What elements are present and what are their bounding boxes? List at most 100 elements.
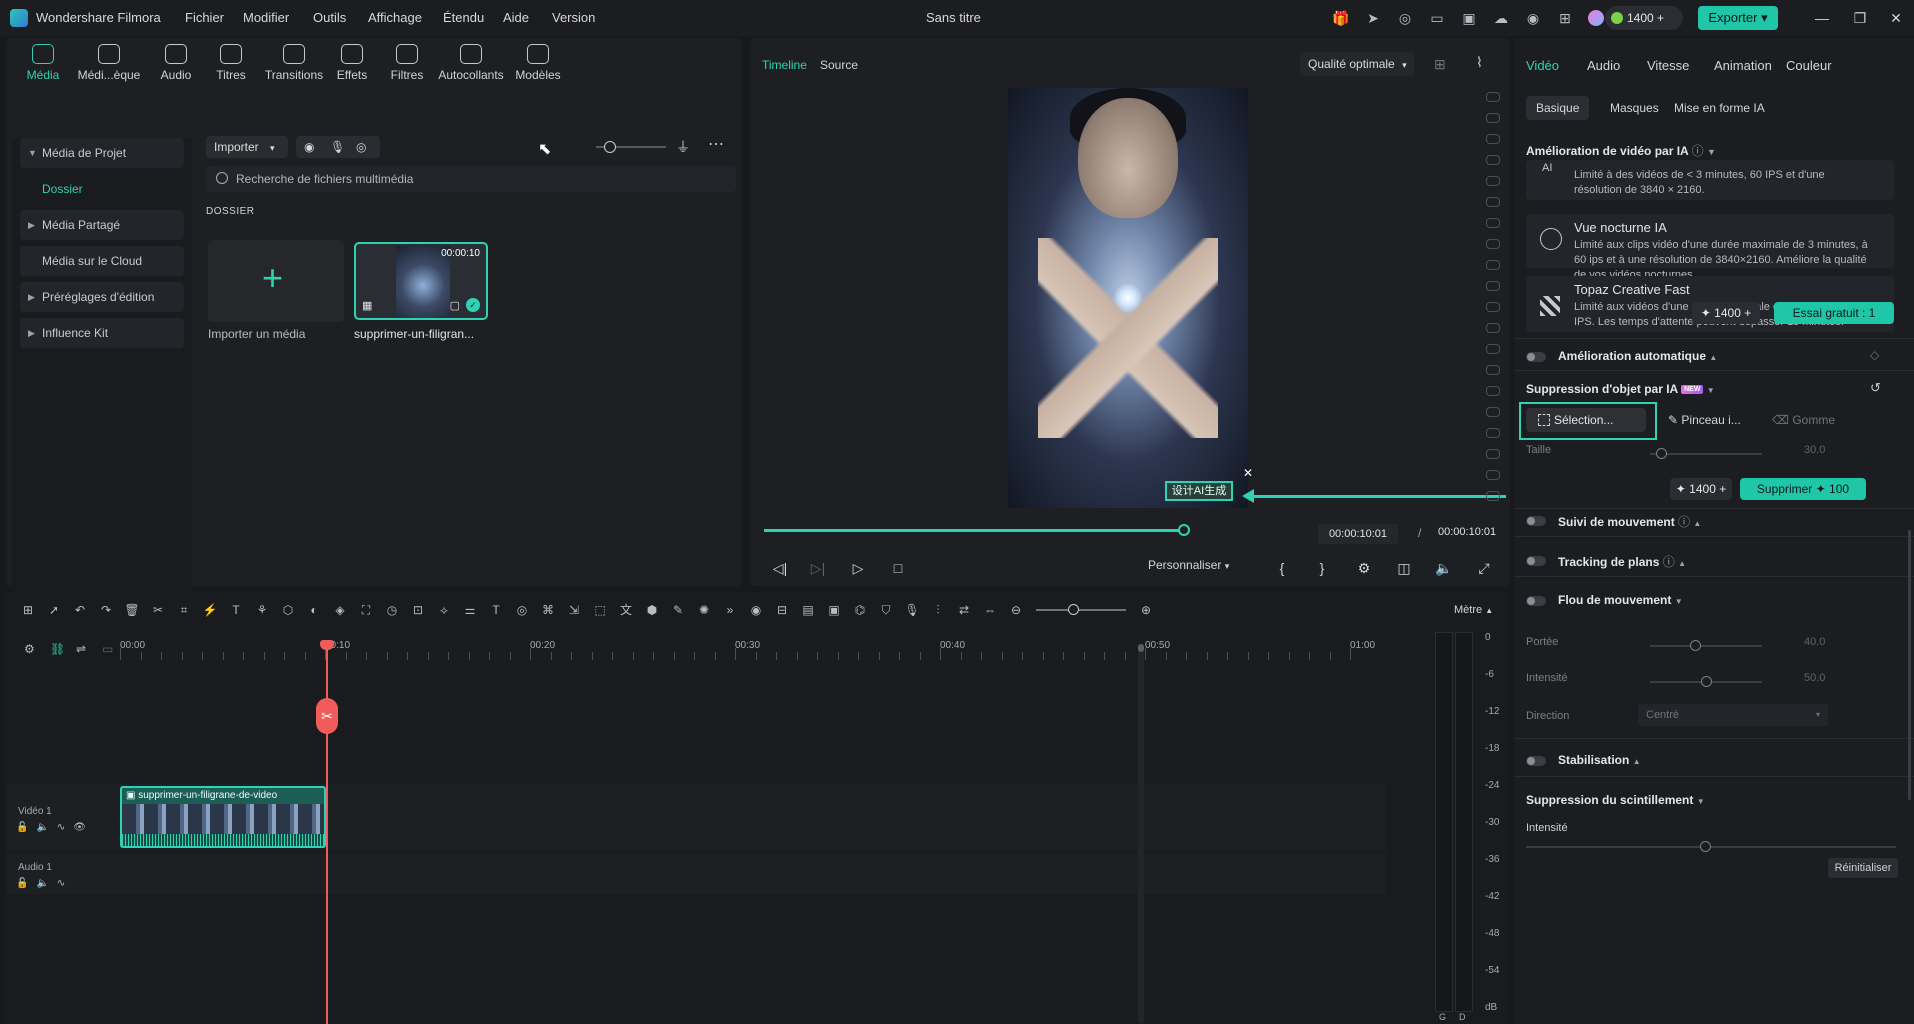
motion-icon[interactable]: ⌬ xyxy=(852,602,868,618)
marker-slot[interactable] xyxy=(1486,470,1500,480)
caret-down-icon[interactable]: ▼ xyxy=(1697,797,1705,806)
mark-in-icon[interactable]: { xyxy=(1272,558,1292,578)
tab-video[interactable]: Vidéo xyxy=(1526,58,1559,73)
tts-icon[interactable]: T xyxy=(488,602,504,618)
slider-value[interactable]: 50.0 xyxy=(1804,672,1825,684)
subtab-ai-styling[interactable]: Mise en forme IA xyxy=(1664,96,1775,120)
fullscreen-icon[interactable]: ⤢ xyxy=(1474,558,1494,578)
subtab-basic[interactable]: Basique xyxy=(1526,96,1590,120)
delete-icon[interactable]: 🗑 xyxy=(124,602,140,618)
shape-icon[interactable]: ⬡ xyxy=(280,602,296,618)
undo-icon[interactable]: ↶ xyxy=(72,602,88,618)
marker-slot[interactable] xyxy=(1486,407,1500,417)
scrollbar-thumb[interactable] xyxy=(1138,644,1144,652)
avatar[interactable] xyxy=(1588,10,1604,26)
help-icon[interactable]: ⓘ xyxy=(1678,515,1690,529)
caret-up-icon[interactable]: ▲ xyxy=(1693,519,1701,528)
minimize-icon[interactable]: — xyxy=(1812,8,1832,28)
text-icon[interactable]: T xyxy=(228,602,244,618)
tab-templates[interactable]: Modèles xyxy=(510,44,566,82)
tab-stickers[interactable]: Autocollants xyxy=(434,44,508,82)
marker-slot[interactable] xyxy=(1486,323,1500,333)
support-icon[interactable]: ◉ xyxy=(1524,9,1542,27)
eraser-tool-button[interactable]: ⌫ Gomme xyxy=(1772,413,1835,427)
settings-icon[interactable]: ⚙ xyxy=(1354,558,1374,578)
marker-slot[interactable] xyxy=(1486,449,1500,459)
trim-icon[interactable]: ⬚ xyxy=(592,602,608,618)
tab-filters[interactable]: Filtres xyxy=(384,44,430,82)
remove-button[interactable]: Supprimer ✦ 100 xyxy=(1740,478,1866,500)
zoom-slider-knob[interactable] xyxy=(1068,604,1079,615)
marker-slot[interactable] xyxy=(1486,218,1500,228)
reset-icon[interactable]: ↺ xyxy=(1870,380,1881,396)
menu-modifier[interactable]: Modifier xyxy=(243,10,289,25)
menu-affichage[interactable]: Affichage xyxy=(368,10,422,25)
filter-funnel-icon[interactable]: ⏚ xyxy=(676,137,690,157)
direction-select[interactable]: Centré ▾ xyxy=(1638,704,1828,726)
slider-knob[interactable] xyxy=(1701,676,1712,687)
slider-value[interactable]: 30.0 xyxy=(1804,444,1825,456)
motion-blur-toggle[interactable] xyxy=(1526,596,1546,606)
subtitle-icon[interactable]: ▭ xyxy=(102,642,113,656)
slider-value[interactable]: 40.0 xyxy=(1804,636,1825,648)
play-icon[interactable]: ▷ xyxy=(848,558,868,578)
size-slider[interactable]: Taille 30.0 xyxy=(1526,444,1826,464)
tab-audio[interactable]: Audio xyxy=(152,44,200,82)
microphone-icon[interactable]: 🎙 xyxy=(330,140,345,154)
tab-media[interactable]: Média xyxy=(18,44,68,82)
tab-library[interactable]: Médi...èque xyxy=(72,44,146,82)
eye-icon[interactable]: 👁 xyxy=(73,822,94,833)
brush-tool-button[interactable]: ✎ Pinceau i... xyxy=(1668,413,1741,427)
freeze-icon[interactable]: ⊡ xyxy=(410,602,426,618)
menu-version[interactable]: Version xyxy=(552,10,595,25)
subtitle-icon[interactable]: ◎ xyxy=(514,602,530,618)
marker-slot[interactable] xyxy=(1486,134,1500,144)
marker-slot[interactable] xyxy=(1486,239,1500,249)
marker-slot[interactable] xyxy=(1486,365,1500,375)
playback-progress[interactable] xyxy=(764,529,1180,532)
tab-timeline[interactable]: Timeline xyxy=(762,58,807,72)
caret-down-icon[interactable]: ▼ xyxy=(1707,386,1715,395)
mark-out-icon[interactable]: } xyxy=(1312,558,1332,578)
lock-icon[interactable]: 🔓 xyxy=(16,822,36,833)
marker-slot[interactable] xyxy=(1486,428,1500,438)
snapshot-icon[interactable]: ◫ xyxy=(1394,558,1414,578)
menu-etendu[interactable]: Étendu xyxy=(443,10,484,25)
timeline-scrollbar[interactable] xyxy=(1138,644,1144,1024)
meter-dropdown[interactable]: Mètre ▲ xyxy=(1454,604,1493,616)
stop-icon[interactable]: □ xyxy=(888,558,908,578)
gift-icon[interactable]: 🎁 xyxy=(1332,9,1350,27)
import-media-tile[interactable]: + xyxy=(208,240,344,322)
tab-effects[interactable]: Effets xyxy=(332,44,372,82)
tree-cloud-media[interactable]: Média sur le Cloud xyxy=(20,246,184,276)
detach-icon[interactable]: ⇲ xyxy=(566,602,582,618)
menu-aide[interactable]: Aide xyxy=(503,10,529,25)
tree-presets[interactable]: ▶ Préréglages d'édition xyxy=(20,282,184,312)
panel-scrollbar[interactable] xyxy=(1908,530,1911,800)
keyframe-icon[interactable]: ⚘ xyxy=(254,602,270,618)
intensity-slider[interactable]: Intensité 50.0 xyxy=(1526,672,1826,692)
tab-animation[interactable]: Animation xyxy=(1714,58,1772,73)
help-icon[interactable]: ⓘ xyxy=(1692,144,1704,158)
flicker-slider-knob[interactable] xyxy=(1700,841,1711,852)
zoom-in-icon[interactable]: ⊕ xyxy=(1138,602,1154,618)
more-icon[interactable]: ⋯ xyxy=(708,134,724,154)
redo-icon[interactable]: ↷ xyxy=(98,602,114,618)
volume-icon[interactable]: 🔈 xyxy=(36,822,56,833)
shield-icon[interactable]: ⛉ xyxy=(878,602,894,618)
credits-pill[interactable]: 1400 + xyxy=(1605,6,1683,30)
credit-cost-badge[interactable]: ✦ 1400 + xyxy=(1692,302,1760,324)
slider-knob[interactable] xyxy=(1689,640,1701,651)
apps-grid-icon[interactable]: ⊞ xyxy=(1556,9,1574,27)
marker-slot[interactable] xyxy=(1486,491,1500,501)
record-screen-icon[interactable]: ◉ xyxy=(304,140,314,154)
replace-icon[interactable]: ⇄ xyxy=(956,602,972,618)
previous-frame-icon[interactable]: ◁| xyxy=(770,558,790,578)
caret-up-icon[interactable]: ▲ xyxy=(1709,353,1717,362)
adjust-icon[interactable]: ⚌ xyxy=(462,602,478,618)
tree-shared-media[interactable]: ▶ Média Partagé xyxy=(20,210,184,240)
timeline-ruler[interactable]: 00:00 00:10 00:20 00:30 00:40 00:50 01:00 xyxy=(120,636,1400,660)
slider-knob[interactable] xyxy=(604,141,616,153)
paint-icon[interactable]: ✎ xyxy=(670,602,686,618)
plane-tracking-toggle[interactable] xyxy=(1526,556,1546,566)
